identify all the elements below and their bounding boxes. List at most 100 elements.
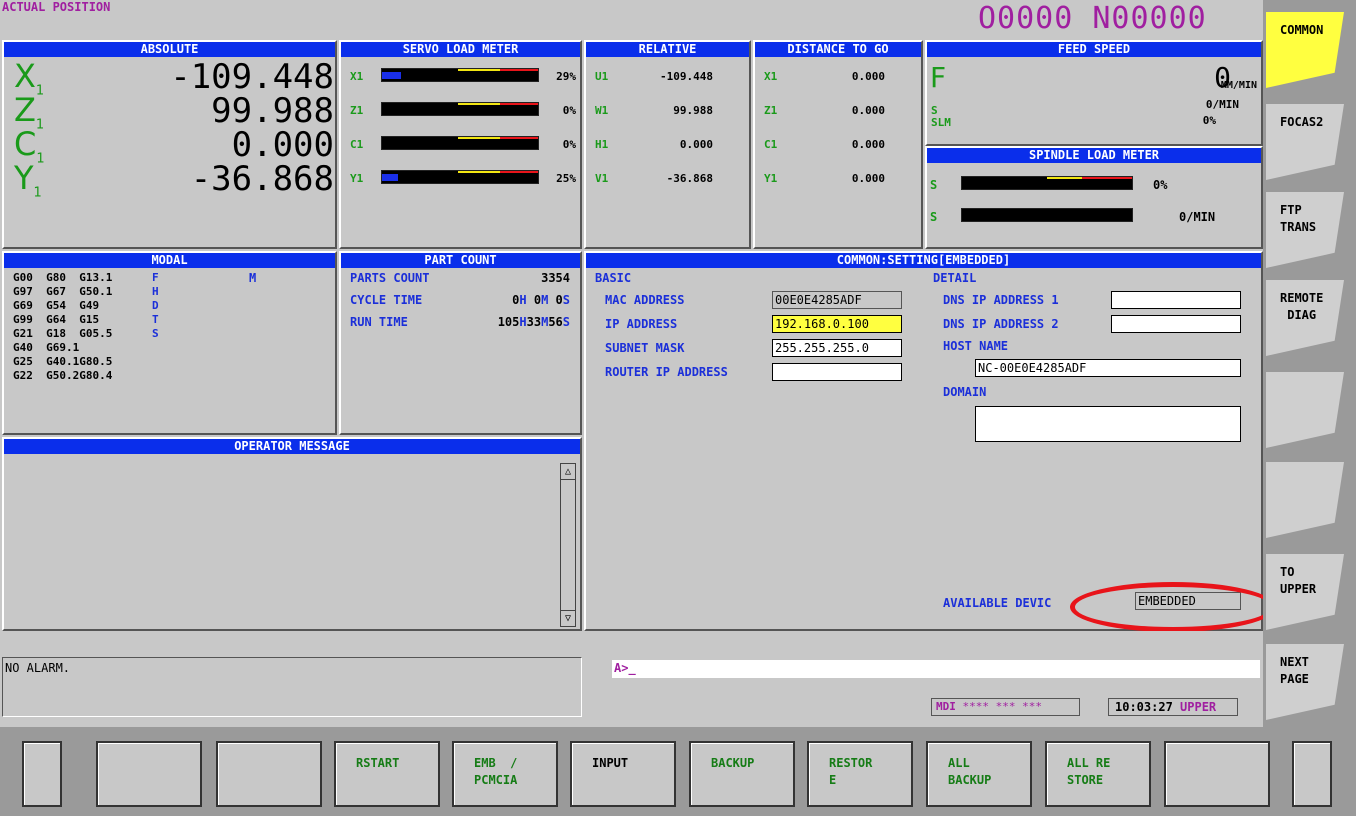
dns2-field[interactable]: [1111, 315, 1241, 333]
feed-speed-header: FEED SPEED: [927, 42, 1261, 57]
ip-address-label: IP ADDRESS: [605, 317, 678, 331]
absolute-axis-y: Y1: [14, 159, 42, 201]
spindle-s-label: S: [930, 178, 938, 192]
softkey-blank-2[interactable]: [216, 741, 322, 807]
distance-axis-label: Z1: [764, 104, 778, 117]
modal-panel: MODAL G00 G80 G13.1 G97 G67 G50.1 G69 G54 …: [2, 251, 337, 435]
servo-axis-label: X1: [350, 70, 364, 83]
domain-label: DOMAIN: [943, 385, 987, 399]
relative-axis-label: W1: [595, 104, 609, 117]
relative-value: 0.000: [679, 138, 713, 151]
distance-value: 0.000: [851, 172, 885, 185]
part-count-panel: PART COUNT PARTS COUNT 3354 CYCLE TIME 0…: [339, 251, 582, 435]
feed-f-unit: MM/MIN: [1220, 80, 1257, 91]
softkey-input[interactable]: INPUT: [570, 741, 676, 807]
spindle-load-bar: [961, 176, 1133, 190]
feed-slm-label: SLM: [931, 116, 951, 129]
softkey-emb-pcmcia[interactable]: EMB / PCMCIA: [452, 741, 558, 807]
dns1-label: DNS IP ADDRESS 1: [943, 293, 1059, 307]
mac-address-field: 00E0E4285ADF: [772, 291, 902, 309]
router-ip-label: ROUTER IP ADDRESS: [605, 365, 728, 379]
distance-header: DISTANCE TO GO: [755, 42, 921, 57]
run-time-value: 105H33M56S: [497, 315, 570, 329]
relative-axis-label: U1: [595, 70, 609, 83]
scroll-down-icon[interactable]: ▽: [561, 610, 575, 626]
relative-value: 99.988: [673, 104, 713, 117]
softkey-backup[interactable]: BACKUP: [689, 741, 795, 807]
scroll-up-icon[interactable]: △: [561, 464, 575, 480]
program-number: O0000 N00000: [978, 1, 1207, 36]
common-setting-panel: COMMON:SETTING[EMBEDDED] BASIC DETAIL MA…: [584, 251, 1276, 632]
softkey-rstart[interactable]: RSTART: [334, 741, 440, 807]
modal-gcode-line: G22 G50.2G80.4: [13, 369, 113, 382]
servo-load-bar: [381, 170, 539, 184]
softkey-all-backup[interactable]: ALL BACKUP: [926, 741, 1032, 807]
subnet-mask-field[interactable]: 255.255.255.0: [772, 339, 902, 357]
detail-label: DETAIL: [933, 271, 977, 285]
servo-load-fill: [382, 72, 401, 79]
servo-load-bar: [381, 68, 539, 82]
dns1-field[interactable]: [1111, 291, 1241, 309]
basic-label: BASIC: [595, 271, 632, 285]
spindle-speed-bar: [961, 208, 1133, 222]
softkey-blank-11[interactable]: [1292, 741, 1332, 807]
operator-message-panel: OPERATOR MESSAGE △ ▽: [2, 437, 582, 631]
modal-gcode-line: G97 G67 G50.1: [13, 285, 113, 298]
relative-axis-label: H1: [595, 138, 609, 151]
modal-code-letter: F: [152, 271, 159, 284]
modal-gcode-line: G69 G54 G49: [13, 299, 100, 312]
modal-m-label: M: [249, 271, 257, 285]
dns2-label: DNS IP ADDRESS 2: [943, 317, 1059, 331]
host-name-label: HOST NAME: [943, 339, 1009, 353]
absolute-header: ABSOLUTE: [4, 42, 335, 57]
relative-panel: RELATIVE U1 -109.448 W1 99.988 H1 0.000 V1 -36.…: [584, 40, 751, 249]
spindle-load-value: 0%: [1153, 178, 1168, 192]
modal-gcode-line: G99 G64 G15: [13, 313, 100, 326]
modal-code-letter: T: [152, 313, 159, 326]
modal-code-letter: D: [152, 299, 159, 312]
modal-gcode-line: G21 G18 G05.5: [13, 327, 113, 340]
cycle-time-label: CYCLE TIME: [350, 293, 423, 307]
modal-gcode-line: G25 G40.1G80.5: [13, 355, 113, 368]
part-count-header: PART COUNT: [341, 253, 580, 268]
servo-load-percent: 29%: [556, 70, 576, 83]
spindle-load-panel: SPINDLE LOAD METER S 0% S 0/MIN: [925, 146, 1263, 249]
softkey-all-re-store[interactable]: ALL RE STORE: [1045, 741, 1151, 807]
operator-message-scrollbar[interactable]: △ ▽: [560, 463, 576, 627]
servo-load-percent: 25%: [556, 172, 576, 185]
softkey-blank-1[interactable]: [96, 741, 202, 807]
absolute-panel: ABSOLUTE X1 -109.448 Z1 99.988 C1 0.000 Y1 -36.…: [2, 40, 337, 249]
command-prompt: A>_: [614, 661, 636, 675]
relative-axis-label: V1: [595, 172, 609, 185]
feed-s-value: 0/MIN: [1205, 98, 1239, 111]
screen-title: ACTUAL POSITION: [2, 0, 111, 14]
run-time-label: RUN TIME: [350, 315, 408, 329]
router-ip-field[interactable]: [772, 363, 902, 381]
ip-address-field[interactable]: 192.168.0.100: [772, 315, 902, 333]
softkey-strip: [0, 727, 1356, 816]
softkey-blank-0[interactable]: [22, 741, 62, 807]
absolute-value-y: -36.868: [190, 159, 334, 199]
modal-code-letter: H: [152, 285, 159, 298]
clock: 10:03:27 UPPER: [1108, 698, 1238, 716]
annotation-ellipse: [1070, 582, 1276, 632]
distance-panel: DISTANCE TO GO X1 0.000 Z1 0.000 C1 0.000 Y1 0.…: [753, 40, 923, 249]
command-input[interactable]: A>_: [612, 660, 1260, 678]
absolute-value-c: 0.000: [231, 125, 334, 165]
parts-count-value: 3354: [541, 271, 570, 285]
relative-value: -109.448: [660, 70, 713, 83]
domain-field[interactable]: [975, 406, 1241, 442]
servo-load-bar: [381, 102, 539, 116]
distance-value: 0.000: [851, 138, 885, 151]
host-name-field[interactable]: NC-00E0E4285ADF: [975, 359, 1241, 377]
softkey-blank-10[interactable]: [1164, 741, 1270, 807]
cycle-time-value: 0H 0M 0S: [512, 293, 570, 307]
absolute-value-z: 99.988: [211, 91, 334, 131]
servo-load-header: SERVO LOAD METER: [341, 42, 580, 57]
servo-load-bar: [381, 136, 539, 150]
softkey-restor-e[interactable]: RESTOR E: [807, 741, 913, 807]
absolute-value-x: -109.448: [170, 57, 334, 97]
modal-gcode-line: G40 G69.1: [13, 341, 80, 354]
distance-axis-label: C1: [764, 138, 778, 151]
servo-load-percent: 0%: [562, 138, 576, 151]
